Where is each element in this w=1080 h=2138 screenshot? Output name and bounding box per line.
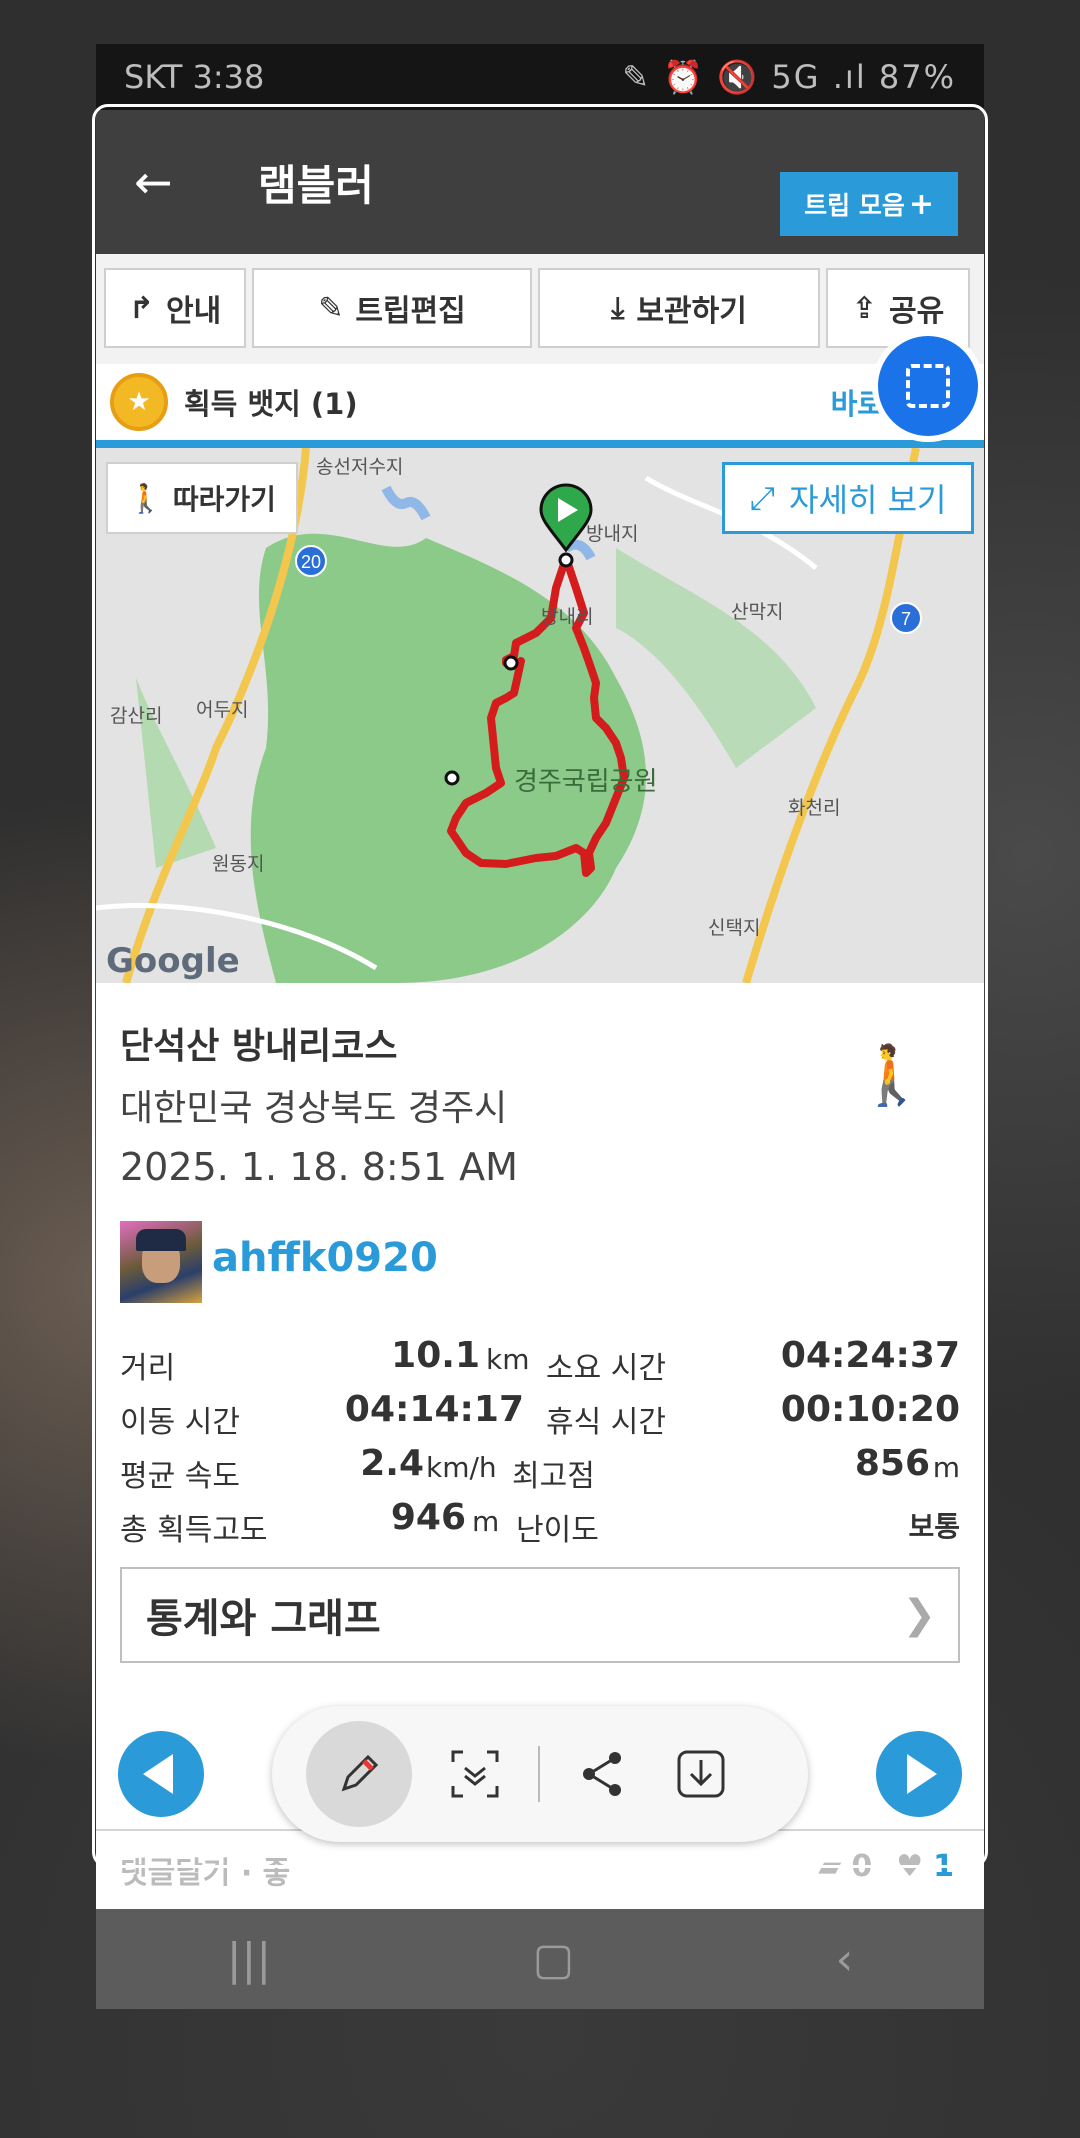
capture-area-icon: [906, 364, 950, 408]
download-icon[interactable]: [666, 1739, 736, 1809]
home-icon[interactable]: ▢: [533, 1934, 575, 1985]
status-bar: SKT 3:38 ✎ ⏰ 🔇 5G .ıl 87%: [96, 44, 984, 110]
stat-row: 총 획득고도 946 m 난이도 보통: [120, 1497, 960, 1548]
chevron-right-icon: ❯: [902, 1592, 936, 1638]
edit-trip-button[interactable]: ✎ 트립편집: [252, 268, 532, 348]
app-bar: ← 램블러 트립 모음 +: [96, 110, 984, 254]
stat-row: 거리 10.1 km 소요 시간 04:24:37: [120, 1335, 960, 1386]
status-right: ✎ ⏰ 🔇 5G .ıl 87%: [622, 58, 956, 96]
divider-line: [96, 440, 984, 448]
trip-datetime: 2025. 1. 18. 8:51 AM: [120, 1145, 518, 1189]
heart-icon[interactable]: ♥: [896, 1849, 923, 1884]
back-nav-icon[interactable]: ‹: [836, 1934, 854, 1985]
pencil-icon: ✎: [318, 290, 344, 326]
share-icon: ⇪: [851, 290, 877, 326]
screenshot-toolbar: [272, 1706, 808, 1842]
system-nav-bar: ||| ▢ ‹: [96, 1909, 984, 2009]
recent-apps-icon[interactable]: |||: [227, 1934, 271, 1985]
comment-icon: ▰: [818, 1849, 842, 1884]
place-label: 원동지: [212, 853, 264, 875]
trip-details: 단석산 방내리코스 🚶 대한민국 경상북도 경주시 2025. 1. 18. 8…: [96, 983, 984, 1829]
badge-label: 획득 뱃지 (1): [184, 387, 358, 421]
road-number-20: 20: [301, 552, 321, 572]
place-label: 화천리: [788, 797, 840, 819]
draw-pen-button[interactable]: [306, 1721, 412, 1827]
start-point-marker: [558, 552, 574, 568]
phone-screen: SKT 3:38 ✎ ⏰ 🔇 5G .ıl 87% ← 램블러 트립 모음 + ↱…: [96, 44, 984, 2009]
previous-trip-button[interactable]: [118, 1731, 204, 1817]
plus-icon: +: [908, 186, 934, 222]
place-label: 신택지: [708, 917, 760, 939]
back-arrow-icon[interactable]: ←: [134, 152, 194, 212]
status-left: SKT 3:38: [124, 58, 265, 96]
detail-view-button[interactable]: ⤢ 자세히 보기: [722, 462, 974, 534]
badge-row[interactable]: ★ 획득 뱃지 (1) 바로: [96, 364, 984, 440]
route-map[interactable]: 20 7 송선저수지 방내지 방내리 산막지 감산리 어두지 경주국립공원 화천…: [96, 448, 984, 983]
turn-arrow-icon: ↱: [128, 290, 154, 326]
place-label: 방내지: [586, 523, 638, 545]
place-label-park: 경주국립공원: [514, 766, 658, 796]
waypoint-marker: [444, 770, 460, 786]
walker-icon: 🚶: [128, 481, 163, 515]
stat-row: 이동 시간 04:14:17 휴식 시간 00:10:20: [120, 1389, 960, 1440]
place-label: 방내리: [541, 606, 593, 628]
waypoint-marker: [503, 655, 519, 671]
share-icon[interactable]: [568, 1739, 638, 1809]
triangle-left-icon: [143, 1754, 173, 1794]
place-label: 어두지: [196, 699, 248, 721]
google-logo: Google: [106, 941, 240, 981]
place-label: 산막지: [731, 601, 783, 623]
app-title: 램블러: [258, 160, 374, 210]
stats-table: 거리 10.1 km 소요 시간 04:24:37 이동 시간 04:14:17…: [120, 1331, 960, 1548]
next-trip-button[interactable]: [876, 1731, 962, 1817]
stat-row: 평균 속도 2.4 km/h 최고점 856 m: [120, 1443, 960, 1494]
guide-button[interactable]: ↱ 안내: [104, 268, 246, 348]
username-link[interactable]: ahffk0920: [212, 1235, 438, 1281]
scroll-capture-button[interactable]: [872, 330, 984, 442]
place-label: 송선저수지: [316, 456, 403, 478]
trip-collection-button[interactable]: 트립 모음 +: [780, 172, 958, 236]
pen-icon: [341, 1754, 379, 1792]
stats-graph-button[interactable]: 통계와 그래프 ❯: [120, 1567, 960, 1663]
scroll-capture-icon[interactable]: [440, 1739, 510, 1809]
road-number-7: 7: [901, 609, 911, 629]
action-toolbar: ↱ 안내 ✎ 트립편집 ⤓ 보관하기 ⇪ 공유: [96, 254, 984, 364]
save-button[interactable]: ⤓ 보관하기: [538, 268, 820, 348]
trip-location: 대한민국 경상북도 경주시: [120, 1088, 508, 1129]
comment-counts: ▰ 0 ♥ 1: [818, 1849, 954, 1884]
toolbar-separator: [538, 1746, 540, 1802]
download-icon: ⤓: [611, 290, 625, 326]
medal-icon: ★: [110, 373, 168, 431]
place-label: 감산리: [110, 705, 162, 727]
hiker-icon: 🚶: [855, 1041, 928, 1109]
triangle-right-icon: [907, 1754, 937, 1794]
trip-name: 단석산 방내리코스: [120, 1026, 398, 1067]
expand-icon: ⤢: [749, 478, 776, 517]
follow-button[interactable]: 🚶 따라가기: [106, 462, 298, 534]
avatar[interactable]: [120, 1221, 202, 1303]
